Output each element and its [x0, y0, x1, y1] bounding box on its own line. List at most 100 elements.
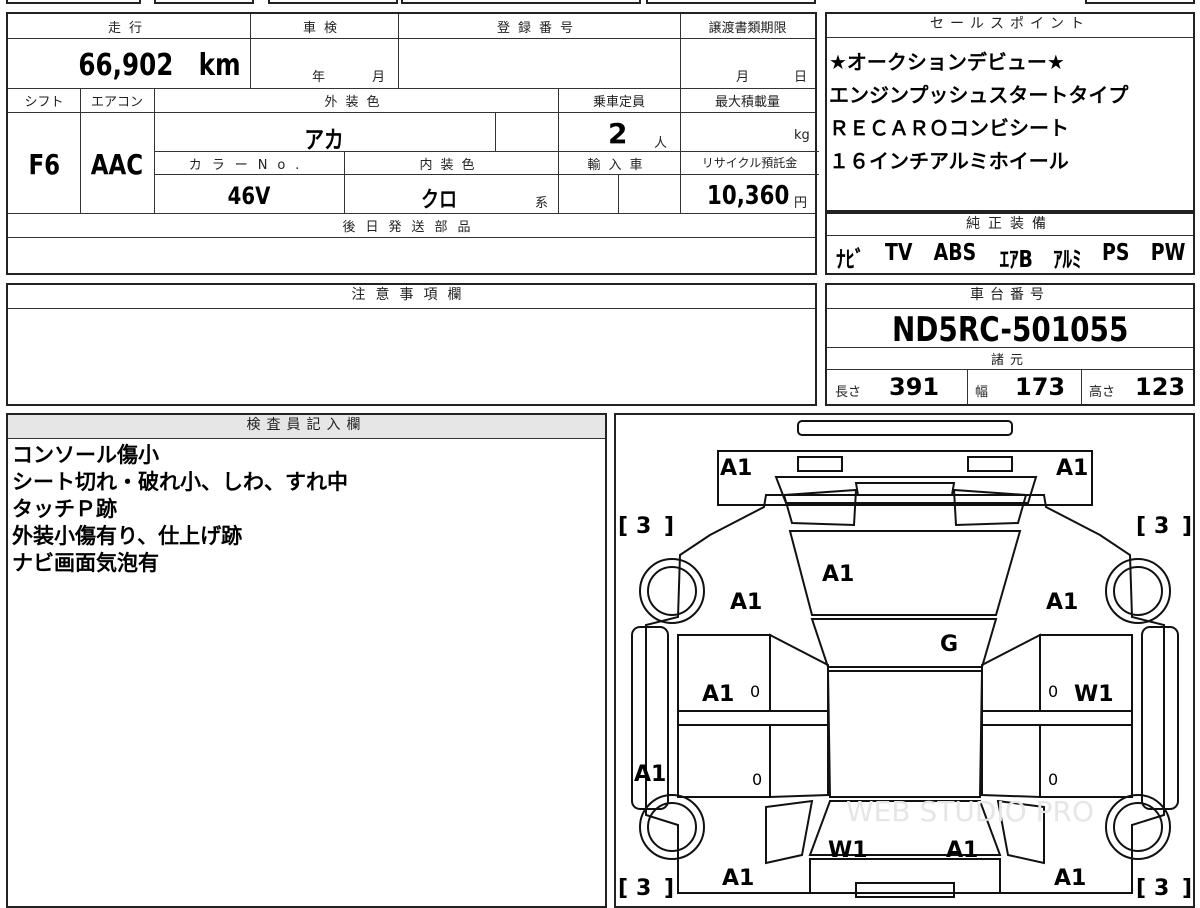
- chassis-number: ND5RC-501055: [891, 310, 1129, 350]
- capacity-value: 2: [608, 117, 628, 150]
- height-value: 123: [1135, 373, 1186, 401]
- damage-diagram-panel: [ ] [ ] [ ] [ ] 3 3 3 3 A1 A1 A1 A1 A1 G…: [614, 413, 1195, 908]
- transfer-month-unit: 月: [736, 70, 750, 85]
- mileage-value: 66,902 km: [77, 48, 241, 83]
- mark-tire-rr: 3: [1154, 876, 1169, 901]
- mark-front-left: A1: [720, 456, 752, 481]
- import-label: 輸入車: [587, 158, 651, 173]
- mark-zero-rl: 0: [752, 770, 762, 789]
- inspector-note-line: タッチＰ跡: [12, 497, 117, 521]
- inspector-note-line: ナビ画面気泡有: [12, 551, 159, 575]
- mark-tire-fr: 3: [1154, 514, 1169, 539]
- tire-bracket-fl-close: ]: [664, 514, 674, 539]
- tire-bracket-rl-close: ]: [664, 876, 674, 901]
- shift-label: シフト: [24, 95, 64, 110]
- mark-tire-rl: 3: [636, 876, 651, 901]
- sales-point-line: ★オークションデビュー★: [829, 50, 1065, 74]
- inspector-note-line: 外装小傷有り、仕上げ跡: [12, 524, 243, 548]
- registration-label: 登録番号: [496, 21, 581, 36]
- specs-label: 諸元: [990, 353, 1029, 368]
- genuine-equipment-item: TV: [884, 240, 913, 266]
- inspector-notes-list: コンソール傷小シート切れ・破れ小、しわ、すれ中 タッチＰ跡外装小傷有り、仕上げ跡ナ…: [12, 442, 602, 577]
- sales-point-line: エンジンプッシュスタートタイプ: [829, 83, 1129, 107]
- height-label: 高さ: [1089, 385, 1116, 400]
- mark-rear-left: A1: [722, 866, 754, 891]
- mark-tire-fl: 3: [636, 514, 651, 539]
- interior-color-label: 内装色: [419, 158, 483, 173]
- sales-point-line: １６インチアルミホイール: [829, 149, 1069, 173]
- transfer-label: 譲渡書類期限: [708, 21, 787, 36]
- color-no-value: 46V: [227, 182, 271, 210]
- tire-bracket-rr-close: ]: [1182, 876, 1192, 901]
- tire-bracket-fr: [: [1136, 514, 1146, 539]
- sales-point-line: ＲＥＣＡＲＯコンビシート: [829, 116, 1069, 140]
- sales-points-label: セールスポイント: [827, 14, 1193, 38]
- mark-fender-right: A1: [1046, 590, 1078, 615]
- genuine-equipment-item: ﾅﾋﾞ: [836, 247, 865, 273]
- inspector-panel: 検査員記入欄 コンソール傷小シート切れ・破れ小、しわ、すれ中 タッチＰ跡外装小傷有…: [6, 413, 607, 908]
- inspection-label: 車検: [302, 21, 345, 36]
- inspection-year-unit: 年: [312, 70, 326, 85]
- aircon-value: AAC: [90, 148, 144, 181]
- color-no-label: カラーNo.: [188, 158, 310, 173]
- genuine-equipment-item: ｱﾙﾐ: [1053, 247, 1082, 273]
- aircon-label: エアコン: [90, 95, 143, 110]
- top-stub-row: [6, 0, 816, 6]
- length-label: 長さ: [835, 385, 862, 400]
- tire-bracket-rl: [: [618, 876, 628, 901]
- genuine-equipment-label: 純正装備: [827, 214, 1193, 236]
- genuine-equipment-panel: 純正装備 ﾅﾋﾞ TV ABS ｴｱB ｱﾙﾐ PS PW: [825, 212, 1195, 275]
- capacity-unit: 人: [654, 136, 668, 151]
- genuine-equipment-item: PS: [1102, 240, 1130, 266]
- genuine-equipment-item: ABS: [934, 240, 977, 266]
- genuine-equipment-item: PW: [1150, 240, 1186, 266]
- car-diagram: [ ] [ ] [ ] [ ] 3 3 3 3 A1 A1 A1 A1 A1 G…: [618, 420, 1192, 901]
- inspector-note-line: シート切れ・破れ小、しわ、すれ中: [12, 470, 348, 494]
- interior-color-value: クロ: [420, 188, 458, 213]
- width-value: 173: [1015, 373, 1066, 401]
- max-load-unit: kg: [794, 128, 810, 143]
- interior-color-suffix: 系: [535, 196, 549, 211]
- inspector-label: 検査員記入欄: [8, 415, 605, 439]
- genuine-equipment-item: ｴｱB: [999, 247, 1033, 273]
- mark-rear-right: A1: [1054, 866, 1086, 891]
- mark-windshield: G: [940, 632, 958, 657]
- chassis-label: 車台番号: [827, 285, 1193, 309]
- inspection-month-unit: 月: [372, 70, 386, 85]
- mark-zero-fr: 0: [1048, 682, 1058, 701]
- notes-label: 注意事項欄: [8, 285, 815, 309]
- watermark: WEB STUDIO PRO: [846, 795, 1094, 828]
- mark-trunk-right: A1: [946, 838, 978, 863]
- sales-points-list: ★オークションデビュー★ エンジンプッシュスタートタイプ ＲＥＣＡＲＯコンビシート １…: [829, 46, 1193, 178]
- shift-value: F6: [28, 148, 60, 181]
- mark-zero-fl: 0: [750, 682, 760, 701]
- mark-hood: A1: [822, 562, 854, 587]
- mark-sill-left: A1: [634, 762, 666, 787]
- tire-bracket-fl: [: [618, 514, 628, 539]
- mark-trunk-left: W1: [828, 838, 868, 863]
- length-value: 391: [889, 373, 940, 401]
- vehicle-info-table: 走行 車検 登録番号 譲渡書類期限 66,902 km 年 月 月 日 シフト …: [6, 12, 819, 275]
- genuine-equipment-list: ﾅﾋﾞ TV ABS ｴｱB ｱﾙﾐ PS PW: [833, 240, 1189, 274]
- tire-bracket-rr: [: [1136, 876, 1146, 901]
- chassis-panel: 車台番号 ND5RC-501055 諸元 長さ 391 幅 173 高さ 123: [825, 283, 1195, 406]
- capacity-label: 乗車定員: [592, 95, 645, 110]
- inspector-note-line: コンソール傷小: [12, 443, 159, 467]
- width-label: 幅: [975, 385, 989, 400]
- mark-fender-left: A1: [730, 590, 762, 615]
- recycle-label: リサイクル預託金: [701, 156, 798, 170]
- recycle-unit: 円: [794, 196, 808, 211]
- mark-zero-rr: 0: [1048, 770, 1058, 789]
- max-load-label: 最大積載量: [714, 95, 780, 110]
- notes-panel: 注意事項欄: [6, 283, 817, 406]
- tire-bracket-fr-close: ]: [1182, 514, 1192, 539]
- later-parts-label: 後日発送部品: [342, 220, 481, 235]
- mark-door-front-left: A1: [702, 682, 734, 707]
- sales-points-panel: セールスポイント ★オークションデビュー★ エンジンプッシュスタートタイプ ＲＥＣＡ…: [825, 12, 1195, 212]
- recycle-value: 10,360: [707, 181, 790, 211]
- transfer-day-unit: 日: [794, 70, 808, 85]
- top-stub-right: [1085, 0, 1195, 4]
- exterior-color-value: アカ: [304, 126, 344, 154]
- exterior-color-label: 外装色: [324, 95, 388, 110]
- mark-front-right: A1: [1056, 456, 1088, 481]
